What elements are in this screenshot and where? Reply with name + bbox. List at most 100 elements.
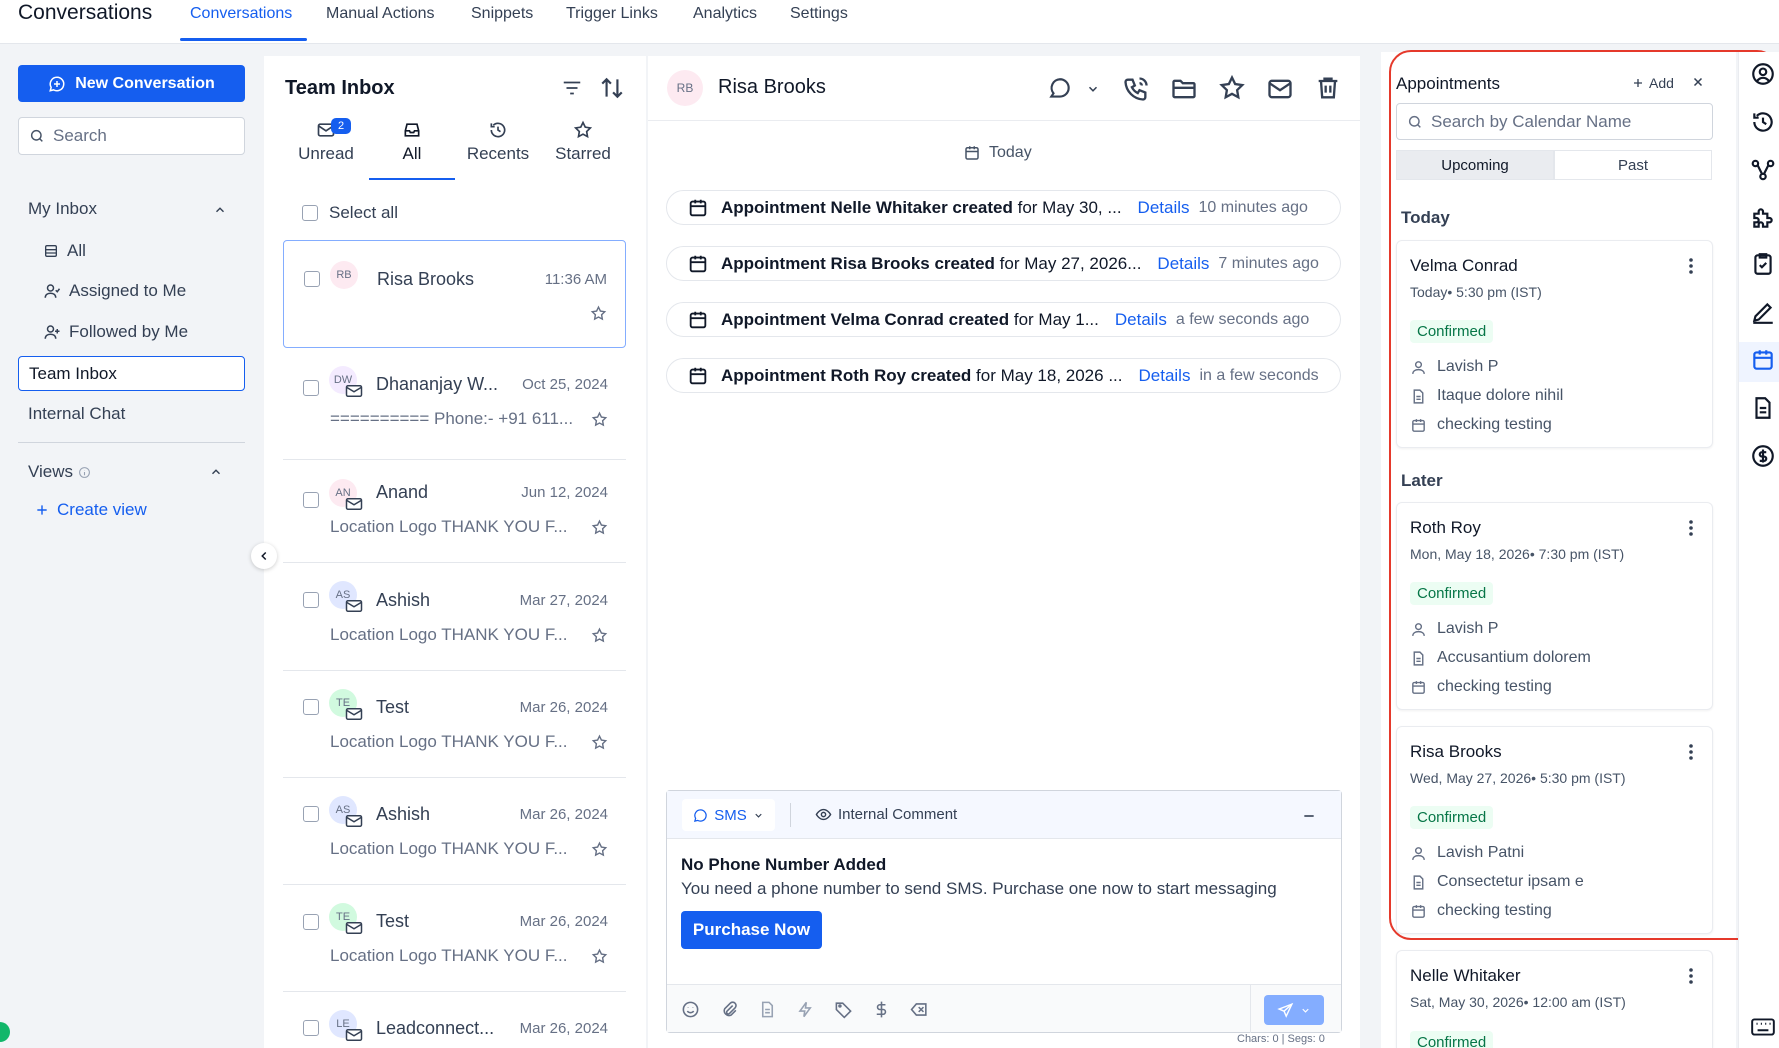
select-all[interactable]: Select all xyxy=(302,203,398,223)
puzzle-icon[interactable] xyxy=(1750,205,1776,231)
star-icon[interactable] xyxy=(591,734,608,751)
conversation-item-selected[interactable]: RB Risa Brooks 11:36 AM xyxy=(283,240,626,348)
conversation-item[interactable]: AS Ashish Mar 26, 2024 Location Logo THA… xyxy=(283,783,626,891)
pen-icon[interactable] xyxy=(1750,299,1776,325)
conversation-item[interactable]: TE Test Mar 26, 2024 Location Logo THANK… xyxy=(283,676,626,784)
appointment-contact: Roth Roy xyxy=(1410,518,1481,537)
select-all-checkbox[interactable] xyxy=(302,205,318,221)
my-inbox-header[interactable]: My Inbox xyxy=(28,199,97,219)
conversation-item[interactable]: AS Ashish Mar 27, 2024 Location Logo THA… xyxy=(283,568,626,676)
trash-icon[interactable] xyxy=(1314,74,1342,102)
tab-all[interactable]: All xyxy=(369,120,455,164)
keyboard-icon[interactable] xyxy=(1750,1016,1776,1038)
conversation-date: Oct 25, 2024 xyxy=(522,376,608,393)
add-appointment-button[interactable]: Add xyxy=(1632,75,1674,91)
nav-tab-manual-actions[interactable]: Manual Actions xyxy=(326,5,435,23)
user-circle-icon[interactable] xyxy=(1750,61,1776,87)
chevron-up-icon[interactable] xyxy=(209,465,223,479)
more-options-icon[interactable] xyxy=(1688,743,1694,761)
tab-recents[interactable]: Recents xyxy=(455,120,541,164)
sidebar-item-assigned[interactable]: Assigned to Me xyxy=(43,281,186,301)
more-options-icon[interactable] xyxy=(1688,257,1694,275)
mail-icon[interactable] xyxy=(1265,75,1295,103)
clipboard-check-icon[interactable] xyxy=(1750,251,1776,277)
chat-bubble-icon[interactable] xyxy=(1046,76,1074,102)
details-link[interactable]: Details xyxy=(1157,254,1209,274)
lightning-icon[interactable] xyxy=(796,1000,815,1019)
create-view-link[interactable]: Create view xyxy=(35,500,147,520)
tab-upcoming[interactable]: Upcoming xyxy=(1396,150,1554,180)
internal-comment-tab[interactable]: Internal Comment xyxy=(815,806,957,823)
details-link[interactable]: Details xyxy=(1138,198,1190,218)
close-icon[interactable] xyxy=(1691,75,1705,89)
workflow-icon[interactable] xyxy=(1750,157,1776,183)
star-icon[interactable] xyxy=(591,519,608,536)
conversation-checkbox[interactable] xyxy=(303,806,319,822)
nav-tab-snippets[interactable]: Snippets xyxy=(471,5,533,23)
conversation-date: Mar 26, 2024 xyxy=(519,806,608,823)
conversation-checkbox[interactable] xyxy=(303,1020,319,1036)
conversation-checkbox[interactable] xyxy=(304,271,320,287)
phone-icon[interactable] xyxy=(1122,75,1150,103)
sidebar-item-internal-chat[interactable]: Internal Chat xyxy=(28,404,125,424)
conversation-item[interactable]: LE Leadconnect... Mar 26, 2024 xyxy=(283,997,626,1048)
tab-starred[interactable]: Starred xyxy=(540,120,626,164)
star-icon[interactable] xyxy=(591,948,608,965)
channel-select[interactable]: SMS xyxy=(682,799,775,831)
document-icon[interactable] xyxy=(758,1000,777,1019)
conversation-checkbox[interactable] xyxy=(303,914,319,930)
tab-past[interactable]: Past xyxy=(1554,150,1712,180)
sidebar-item-team-inbox[interactable]: Team Inbox xyxy=(18,356,245,391)
conversation-checkbox[interactable] xyxy=(303,380,319,396)
sidebar-search-input[interactable]: Search xyxy=(18,117,245,155)
star-icon[interactable] xyxy=(591,411,608,428)
attachment-icon[interactable] xyxy=(720,1000,739,1019)
conversation-item[interactable]: AN Anand Jun 12, 2024 Location Logo THAN… xyxy=(283,460,626,568)
star-icon[interactable] xyxy=(591,841,608,858)
conversation-item[interactable]: TE Test Mar 26, 2024 Location Logo THANK… xyxy=(283,890,626,998)
more-options-icon[interactable] xyxy=(1688,967,1694,985)
sort-icon[interactable] xyxy=(599,75,625,101)
document-icon[interactable] xyxy=(1750,395,1776,421)
calendar-search-input[interactable]: Search by Calendar Name xyxy=(1396,103,1713,140)
history-icon[interactable] xyxy=(1750,109,1776,135)
details-link[interactable]: Details xyxy=(1115,310,1167,330)
conversation-checkbox[interactable] xyxy=(303,492,319,508)
more-options-icon[interactable] xyxy=(1688,519,1694,537)
dollar-circle-icon[interactable] xyxy=(1750,443,1776,469)
conversation-checkbox[interactable] xyxy=(303,699,319,715)
conversation-item[interactable]: DW Dhananjay W... Oct 25, 2024 =========… xyxy=(283,352,626,460)
nav-tab-settings[interactable]: Settings xyxy=(790,5,848,23)
appointment-card[interactable]: Nelle Whitaker Sat, May 30, 2026• 12:00 … xyxy=(1396,950,1713,1048)
tag-icon[interactable] xyxy=(834,1000,853,1019)
filter-icon[interactable] xyxy=(560,77,584,99)
chevron-up-icon[interactable] xyxy=(213,203,227,217)
collapse-sidebar-button[interactable] xyxy=(251,543,277,569)
appointment-card[interactable]: Roth Roy Mon, May 18, 2026• 7:30 pm (IST… xyxy=(1396,502,1713,710)
star-icon[interactable] xyxy=(591,627,608,644)
conversation-checkbox[interactable] xyxy=(303,592,319,608)
nav-tab-conversations[interactable]: Conversations xyxy=(190,5,292,23)
sidebar-item-all[interactable]: All xyxy=(43,241,86,261)
emoji-icon[interactable] xyxy=(681,1000,700,1019)
dollar-icon[interactable] xyxy=(872,1000,891,1019)
chevron-down-icon[interactable] xyxy=(1086,82,1100,96)
purchase-now-button[interactable]: Purchase Now xyxy=(681,911,822,949)
app-title: Conversations xyxy=(18,1,153,24)
star-icon[interactable] xyxy=(1218,74,1246,102)
star-icon[interactable] xyxy=(590,305,607,322)
tab-unread[interactable]: Unread xyxy=(283,120,369,164)
calendar-icon[interactable] xyxy=(1750,347,1776,373)
minimize-icon[interactable] xyxy=(1301,808,1317,824)
appointment-card[interactable]: Risa Brooks Wed, May 27, 2026• 5:30 pm (… xyxy=(1396,726,1713,934)
send-button[interactable] xyxy=(1264,995,1324,1025)
views-header[interactable]: Views xyxy=(28,462,91,482)
folder-icon[interactable] xyxy=(1170,75,1198,103)
new-conversation-button[interactable]: New Conversation xyxy=(18,65,245,102)
nav-tab-analytics[interactable]: Analytics xyxy=(693,5,757,23)
sidebar-item-followed[interactable]: Followed by Me xyxy=(43,322,188,342)
clear-icon[interactable] xyxy=(910,1000,929,1019)
nav-tab-trigger-links[interactable]: Trigger Links xyxy=(566,5,658,23)
details-link[interactable]: Details xyxy=(1139,366,1191,386)
appointment-card[interactable]: Velma Conrad Today• 5:30 pm (IST) Confir… xyxy=(1396,240,1713,448)
